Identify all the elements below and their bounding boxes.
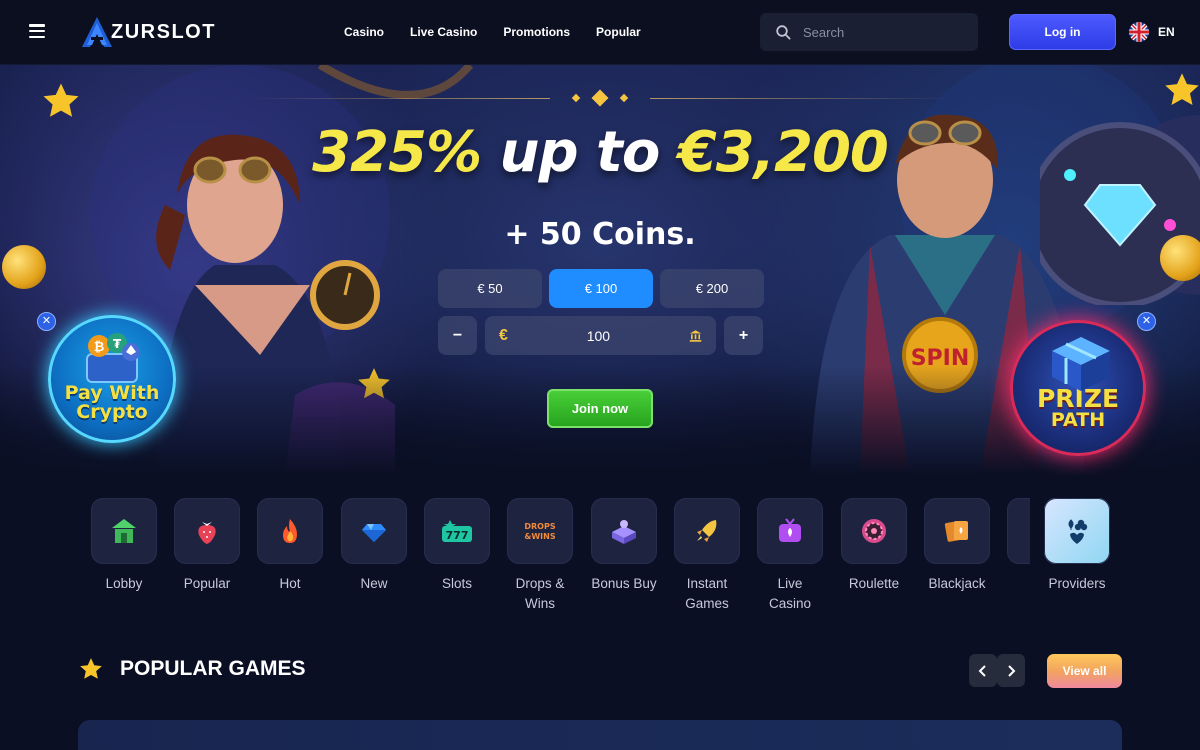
category-slots[interactable]: 777 Slots bbox=[423, 498, 491, 594]
category-partial[interactable] bbox=[1006, 498, 1030, 564]
lobby-icon bbox=[112, 519, 136, 543]
prize-path-badge[interactable]: PRIZE PATH bbox=[1010, 320, 1146, 456]
star-icon bbox=[43, 83, 79, 117]
live-tv-icon bbox=[779, 518, 801, 542]
strawberry-icon bbox=[198, 522, 216, 544]
section-title: POPULAR GAMES bbox=[120, 657, 306, 680]
nav-live-casino[interactable]: Live Casino bbox=[410, 25, 477, 39]
increase-amount-button[interactable]: + bbox=[724, 316, 763, 355]
svg-text:&WINS: &WINS bbox=[524, 532, 555, 541]
drops-wins-icon: DROPS &WINS bbox=[524, 522, 555, 541]
category-bonus-buy[interactable]: Bonus Buy bbox=[590, 498, 658, 594]
prize-badge-line2: PATH bbox=[1050, 409, 1106, 431]
category-label: Drops & Wins bbox=[515, 576, 565, 611]
amount-option-100[interactable]: € 100 bbox=[549, 269, 653, 308]
svg-text:₮: ₮ bbox=[113, 337, 122, 351]
decor-line-left bbox=[250, 98, 550, 99]
logo[interactable]: ZURSLOT bbox=[80, 15, 216, 49]
popular-games-heading: POPULAR GAMES bbox=[78, 656, 306, 682]
deposit-amount-options: € 50 € 100 € 200 bbox=[438, 269, 764, 308]
chevron-left-icon bbox=[978, 664, 986, 677]
search-icon bbox=[776, 24, 791, 40]
category-roulette[interactable]: Roulette bbox=[840, 498, 908, 594]
star-icon bbox=[80, 658, 102, 679]
nav-casino[interactable]: Casino bbox=[344, 25, 384, 39]
crypto-wallet-icon: ₿ ₮ bbox=[86, 333, 140, 383]
hero-banner: SPIN 325% up to €3,200 + 50 Coins. € 50 … bbox=[0, 65, 1200, 475]
providers-label: Providers bbox=[1048, 576, 1106, 591]
carousel-next-button[interactable] bbox=[997, 654, 1025, 687]
category-label: Roulette bbox=[848, 576, 900, 591]
category-label: Bonus Buy bbox=[591, 576, 657, 591]
search-box[interactable] bbox=[760, 13, 978, 51]
top-header: ZURSLOT Casino Live Casino Promotions Po… bbox=[0, 0, 1200, 65]
providers-button[interactable]: Providers bbox=[1043, 498, 1111, 594]
slot-777-icon: 777 bbox=[442, 520, 472, 542]
gift-box-icon bbox=[1052, 337, 1110, 391]
cards-icon bbox=[944, 521, 968, 542]
menu-icon[interactable] bbox=[29, 24, 45, 39]
category-new[interactable]: New bbox=[340, 498, 408, 594]
star-icon bbox=[1165, 73, 1199, 105]
pay-with-crypto-badge[interactable]: ₿ ₮ Pay With Crypto bbox=[48, 315, 176, 443]
popular-games-carousel bbox=[78, 720, 1122, 750]
nav-promotions[interactable]: Promotions bbox=[503, 25, 570, 39]
logo-a-icon bbox=[82, 17, 112, 47]
category-label: Blackjack bbox=[928, 576, 986, 591]
card-suits-icon bbox=[1068, 519, 1088, 544]
category-label: Popular bbox=[183, 576, 231, 591]
decrease-amount-button[interactable]: − bbox=[438, 316, 477, 355]
category-label: Instant Games bbox=[685, 576, 729, 611]
nav-popular[interactable]: Popular bbox=[596, 25, 641, 39]
carousel-prev-button[interactable] bbox=[969, 654, 997, 687]
category-popular[interactable]: Popular bbox=[173, 498, 241, 594]
category-label: New bbox=[360, 576, 388, 591]
category-instant-games[interactable]: Instant Games bbox=[673, 498, 741, 614]
hero-title-upto: up to bbox=[499, 120, 661, 185]
close-crypto-badge-icon[interactable]: ✕ bbox=[37, 312, 56, 331]
category-hot[interactable]: Hot bbox=[256, 498, 324, 594]
roulette-icon bbox=[862, 519, 886, 543]
deposit-amount-stepper: − € + bbox=[438, 316, 763, 355]
search-input[interactable] bbox=[803, 24, 973, 40]
hero-title-percent: 325% bbox=[312, 120, 482, 185]
svg-text:₿: ₿ bbox=[94, 340, 105, 355]
svg-text:DROPS: DROPS bbox=[524, 522, 555, 531]
chevron-right-icon bbox=[1008, 664, 1016, 677]
hero-title: 325% up to €3,200 bbox=[0, 125, 1200, 181]
flame-icon bbox=[283, 519, 297, 543]
category-blackjack[interactable]: Blackjack bbox=[923, 498, 991, 594]
euro-icon: € bbox=[499, 326, 508, 344]
language-label: EN bbox=[1158, 25, 1175, 39]
svg-text:777: 777 bbox=[446, 529, 469, 542]
category-label: Lobby bbox=[105, 576, 143, 591]
decor-line-right bbox=[650, 98, 950, 99]
hero-subtitle: + 50 Coins. bbox=[504, 217, 696, 252]
category-label: Live Casino bbox=[768, 576, 812, 611]
category-live-casino[interactable]: Live Casino bbox=[756, 498, 824, 614]
uk-flag-icon bbox=[1129, 22, 1149, 42]
category-label: Slots bbox=[441, 576, 472, 591]
bank-icon bbox=[689, 329, 702, 342]
amount-field[interactable]: € bbox=[485, 316, 716, 355]
category-label: Hot bbox=[279, 576, 301, 591]
view-all-button[interactable]: View all bbox=[1047, 654, 1122, 688]
language-selector[interactable]: EN bbox=[1129, 22, 1175, 42]
category-lobby[interactable]: Lobby bbox=[90, 498, 158, 594]
amount-option-200[interactable]: € 200 bbox=[660, 269, 764, 308]
amount-option-50[interactable]: € 50 bbox=[438, 269, 542, 308]
main-nav: Casino Live Casino Promotions Popular bbox=[344, 25, 641, 39]
hero-title-amount: €3,200 bbox=[677, 120, 889, 185]
rocket-icon bbox=[697, 520, 717, 542]
category-strip: Lobby Popular Hot New 777 Slots DROPS &W… bbox=[90, 498, 1030, 618]
amount-input[interactable] bbox=[507, 327, 689, 344]
join-now-button[interactable]: Join now bbox=[547, 389, 653, 428]
close-prize-badge-icon[interactable]: ✕ bbox=[1137, 312, 1156, 331]
category-drops-wins[interactable]: DROPS &WINS Drops & Wins bbox=[506, 498, 574, 614]
crypto-badge-line2: Crypto bbox=[76, 401, 148, 423]
login-button[interactable]: Log in bbox=[1009, 14, 1116, 50]
logo-text: ZURSLOT bbox=[111, 20, 216, 43]
bonus-buy-icon bbox=[612, 520, 636, 544]
diamond-icon bbox=[362, 524, 386, 542]
